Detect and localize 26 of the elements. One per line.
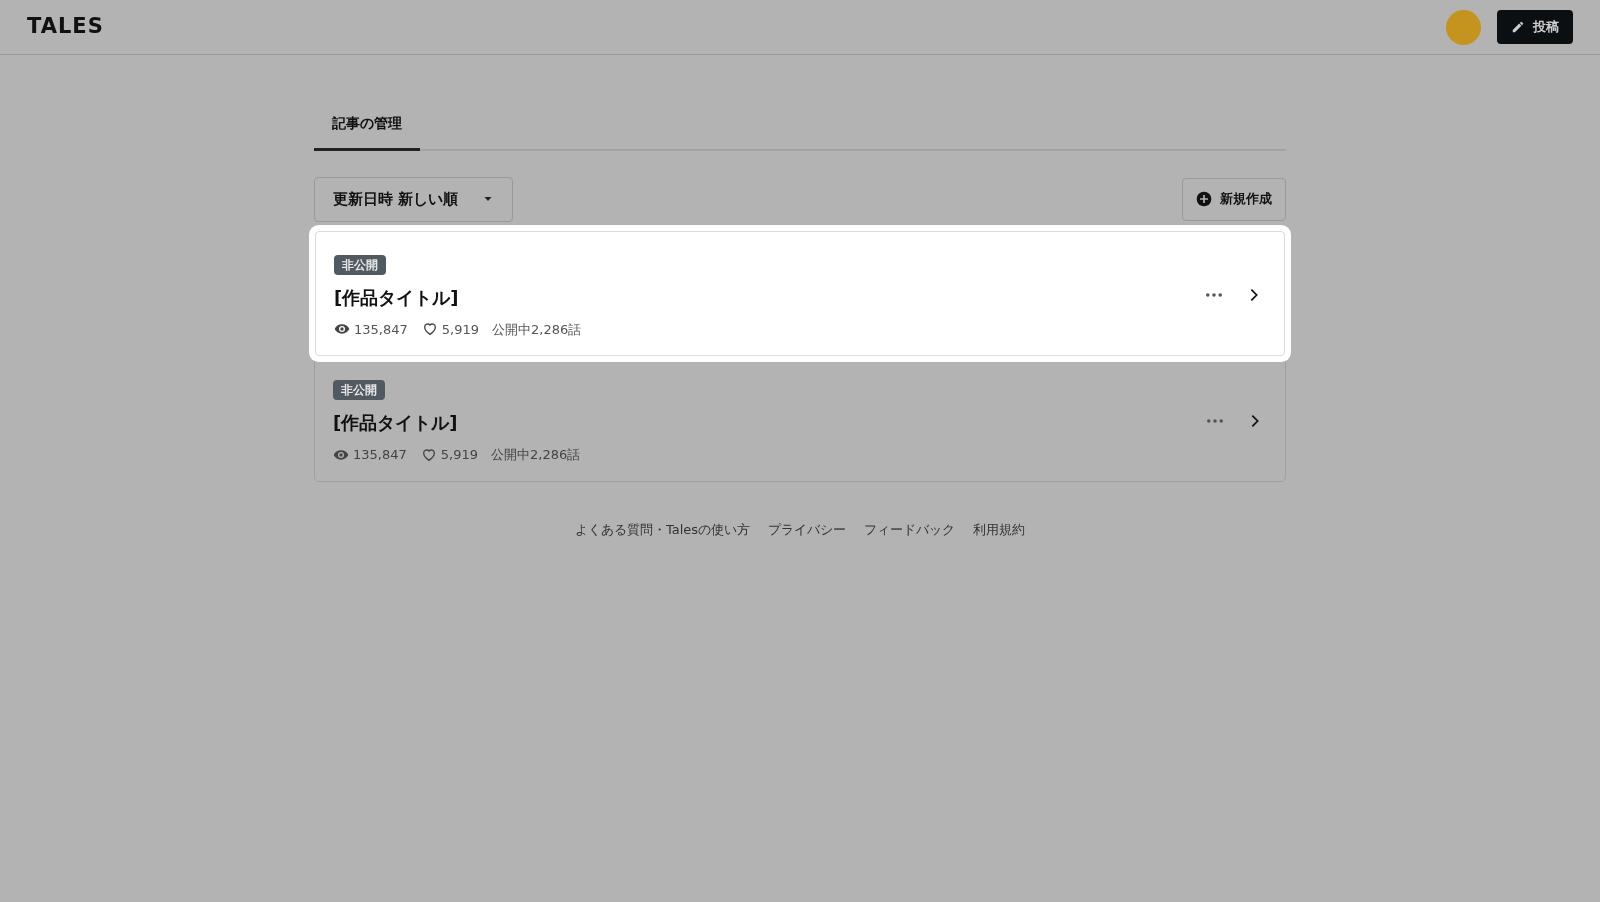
footer-link[interactable]: よくある質問・Talesの使い方 (574, 519, 751, 539)
work-title: [作品タイトル] (333, 411, 459, 435)
heart-icon (420, 446, 437, 463)
more-icon (1207, 418, 1223, 423)
more-icon (1206, 293, 1222, 298)
pencil-icon (1511, 20, 1525, 34)
post-button[interactable]: 投稿 (1497, 10, 1573, 44)
episode-count: 公開中2,286話 (492, 320, 582, 339)
plus-circle-icon (1196, 191, 1212, 208)
footer-link[interactable]: フィードバック (864, 519, 956, 539)
footer-link[interactable]: 利用規約 (973, 519, 1026, 539)
sort-dropdown[interactable]: 更新日時 新しい順 (314, 177, 514, 222)
like-count: 5,919 (440, 446, 478, 464)
tab[interactable]: 記事の管理 (314, 101, 420, 151)
footer-link[interactable]: プライバシー (768, 519, 847, 539)
new-button[interactable]: 新規作成 (1182, 177, 1286, 221)
logo[interactable]: TALES (27, 11, 104, 43)
like-count: 5,919 (441, 320, 479, 339)
work-title: [作品タイトル] (334, 285, 460, 310)
status-badge: 非公開 (334, 254, 386, 275)
work-item[interactable]: 非公開 [作品タイトル] 135,847 5,919 公開中2,286話 (315, 356, 1285, 481)
view-count: 135,847 (353, 446, 407, 464)
episode-count: 公開中2,286話 (491, 446, 581, 464)
view-count: 135,847 (354, 320, 408, 339)
status-badge: 非公開 (333, 380, 385, 400)
heart-icon (421, 321, 438, 338)
